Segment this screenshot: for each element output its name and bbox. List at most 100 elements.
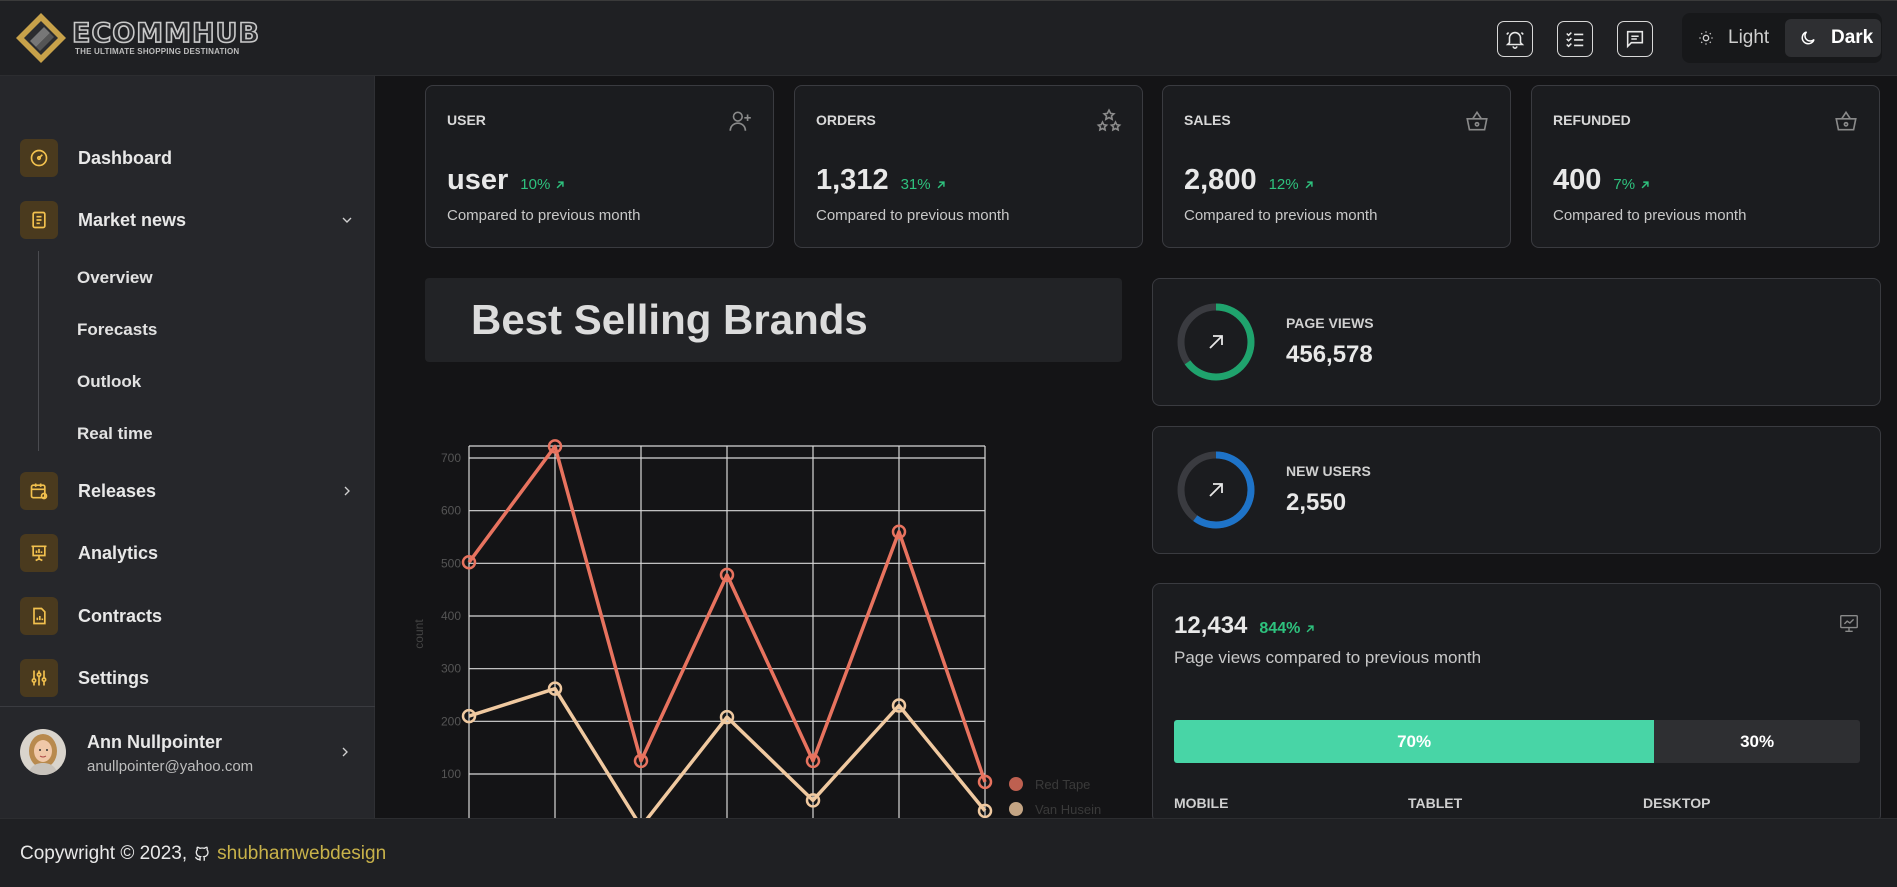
monitor-chart-icon[interactable] bbox=[1838, 612, 1860, 634]
page-views-card: PAGE VIEWS 456,578 bbox=[1152, 278, 1881, 406]
stat-change-text: 7% bbox=[1613, 176, 1636, 193]
stat-subtitle: Compared to previous month bbox=[1184, 207, 1378, 224]
stat-value: 1,312 31% bbox=[816, 164, 948, 197]
page-views-label: PAGE VIEWS bbox=[1286, 315, 1374, 331]
light-theme-label: Light bbox=[1728, 27, 1770, 48]
sidebar-item-contracts[interactable]: Contracts bbox=[20, 597, 355, 635]
submenu-item-outlook[interactable]: Outlook bbox=[77, 372, 141, 392]
light-theme-button[interactable]: Light bbox=[1698, 19, 1786, 57]
tasks-button[interactable] bbox=[1557, 21, 1593, 57]
new-users-label: NEW USERS bbox=[1286, 463, 1371, 479]
logo-tagline: THE ULTIMATE SHOPPING DESTINATION bbox=[75, 47, 240, 56]
page-views-value: 456,578 bbox=[1286, 341, 1373, 368]
y-tick-label: 100 bbox=[441, 767, 461, 781]
summary-change: 844% bbox=[1259, 620, 1317, 638]
file-chart-icon bbox=[20, 597, 58, 635]
stat-value: 2,800 12% bbox=[1184, 164, 1316, 197]
sidebar: Dashboard Market news Overview Forecasts… bbox=[0, 76, 375, 818]
submenu-item-forecasts[interactable]: Forecasts bbox=[77, 320, 157, 340]
new-users-ring bbox=[1177, 451, 1255, 529]
stat-title: USER bbox=[447, 112, 486, 128]
device-label-desktop: DESKTOP bbox=[1643, 795, 1711, 811]
logo-icon bbox=[16, 13, 66, 63]
copyright-text: Copywright © 2023, bbox=[20, 843, 188, 864]
user-plus-icon bbox=[729, 111, 751, 131]
stat-change-text: 31% bbox=[900, 176, 931, 193]
chevron-right-icon bbox=[342, 747, 348, 757]
y-tick-label: 300 bbox=[441, 662, 461, 676]
stat-value-text: 2,800 bbox=[1184, 164, 1257, 196]
page-views-ring bbox=[1177, 303, 1255, 381]
sliders-icon bbox=[20, 659, 58, 697]
sidebar-item-settings[interactable]: Settings bbox=[20, 659, 355, 697]
user-email: anullpointer@yahoo.com bbox=[87, 758, 254, 775]
new-users-card: NEW USERS 2,550 bbox=[1152, 426, 1881, 554]
stat-change-text: 10% bbox=[520, 176, 551, 193]
calendar-icon bbox=[20, 472, 58, 510]
submenu-item-overview[interactable]: Overview bbox=[77, 268, 153, 288]
theme-toggle: Light Dark bbox=[1682, 13, 1882, 63]
message-icon bbox=[1626, 30, 1644, 49]
stat-value: 400 7% bbox=[1553, 164, 1652, 197]
arrow-up-right-icon bbox=[1306, 625, 1314, 633]
stat-subtitle: Compared to previous month bbox=[1553, 207, 1747, 224]
summary-value-text: 12,434 bbox=[1174, 612, 1248, 639]
github-icon bbox=[195, 846, 209, 861]
summary-value: 12,434 844% bbox=[1174, 612, 1317, 640]
sidebar-item-releases[interactable]: Releases bbox=[20, 472, 355, 510]
bell-icon bbox=[1505, 31, 1525, 49]
stat-value-text: 400 bbox=[1553, 164, 1602, 196]
top-header: ECOMMHUB THE ULTIMATE SHOPPING DESTINATI… bbox=[0, 0, 1897, 76]
logo[interactable]: ECOMMHUB THE ULTIMATE SHOPPING DESTINATI… bbox=[14, 11, 260, 65]
stat-change: 10% bbox=[520, 176, 567, 193]
author-link[interactable]: shubhamwebdesign bbox=[217, 843, 386, 865]
sidebar-item-dashboard[interactable]: Dashboard bbox=[20, 139, 355, 177]
legend-label: Red Tape bbox=[1035, 777, 1090, 792]
summary-subtitle: Page views compared to previous month bbox=[1174, 648, 1482, 667]
footer: Copywright © 2023, shubhamwebdesign bbox=[0, 818, 1897, 887]
chevron-right-icon bbox=[344, 486, 350, 496]
stat-change: 31% bbox=[901, 176, 948, 193]
sidebar-item-label: Market news bbox=[78, 209, 187, 230]
stat-change: 12% bbox=[1269, 176, 1316, 193]
stat-change-text: 12% bbox=[1268, 176, 1299, 193]
dark-theme-button[interactable]: Dark bbox=[1785, 19, 1881, 57]
document-icon bbox=[20, 201, 58, 239]
stat-change: 7% bbox=[1613, 176, 1652, 193]
legend-marker bbox=[1009, 802, 1023, 816]
device-split-bar: 70% 30% bbox=[1174, 720, 1860, 763]
sidebar-item-label: Contracts bbox=[78, 605, 163, 626]
sidebar-item-label: Settings bbox=[78, 667, 150, 688]
stat-title: REFUNDED bbox=[1553, 112, 1631, 128]
stat-card-sales: SALES 2,800 12% Compared to previous mon… bbox=[1162, 85, 1511, 248]
summary-change-text: 844% bbox=[1259, 620, 1301, 637]
y-axis-label: count bbox=[412, 619, 426, 649]
device-label-tablet: TABLET bbox=[1408, 795, 1463, 811]
messages-button[interactable] bbox=[1617, 21, 1653, 57]
submenu-divider bbox=[38, 251, 39, 451]
avatar bbox=[20, 729, 66, 775]
legend-label: Van Husein bbox=[1035, 802, 1101, 817]
page-views-summary-card: 12,434 844% Page views compared to previ… bbox=[1152, 583, 1881, 823]
stat-title: SALES bbox=[1184, 112, 1231, 128]
legend-marker bbox=[1009, 777, 1023, 791]
sun-icon bbox=[1699, 31, 1713, 45]
user-name: Ann Nullpointer bbox=[87, 732, 222, 752]
sidebar-item-market-news[interactable]: Market news bbox=[20, 201, 355, 239]
basket-icon bbox=[1835, 110, 1857, 131]
sidebar-item-label: Analytics bbox=[78, 542, 159, 563]
arrow-up-right-icon bbox=[1641, 180, 1649, 188]
sidebar-item-label: Releases bbox=[78, 480, 157, 501]
user-profile[interactable]: Ann Nullpointer anullpointer@yahoo.com bbox=[0, 706, 375, 818]
submenu-item-real-time[interactable]: Real time bbox=[77, 424, 153, 444]
presentation-icon bbox=[20, 534, 58, 572]
arrow-up-right-icon bbox=[1305, 180, 1313, 188]
notifications-button[interactable] bbox=[1497, 21, 1533, 57]
arrow-up-right-icon bbox=[937, 180, 945, 188]
sidebar-item-analytics[interactable]: Analytics bbox=[20, 534, 355, 572]
mobile-segment: 70% bbox=[1174, 720, 1655, 763]
tablet-segment: 30% bbox=[1740, 731, 1775, 751]
chevron-down-icon bbox=[342, 217, 352, 223]
arrow-up-right-icon bbox=[1209, 335, 1223, 349]
new-users-value: 2,550 bbox=[1286, 489, 1347, 516]
